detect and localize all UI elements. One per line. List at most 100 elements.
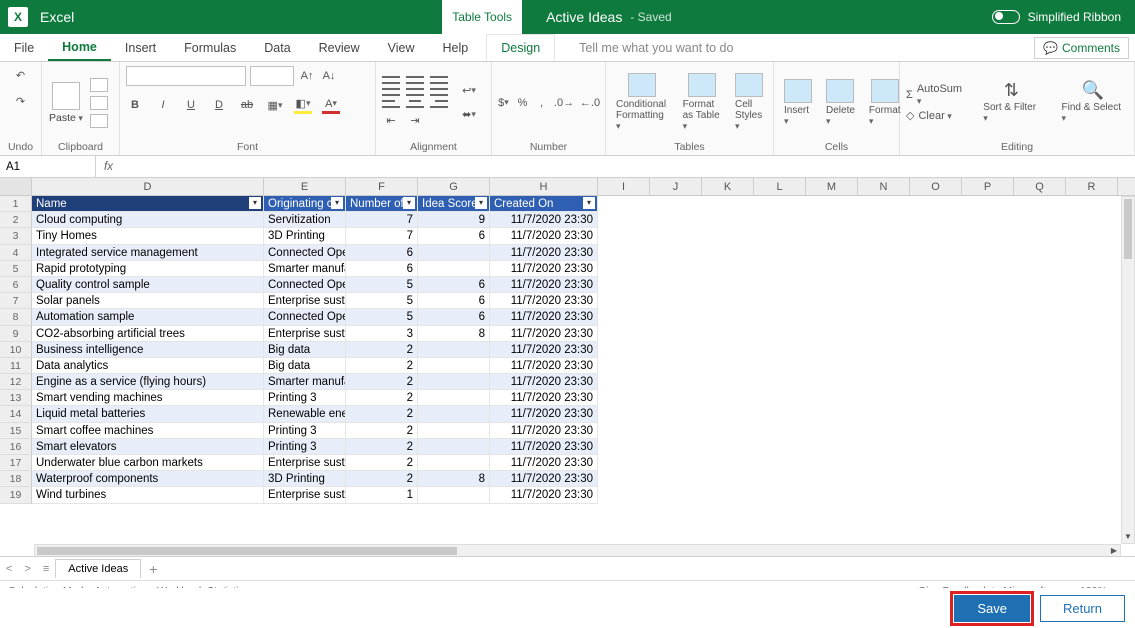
cell[interactable]: 6 — [418, 277, 490, 293]
align-bottom-icon[interactable] — [430, 76, 448, 90]
merge-center-icon[interactable]: ⬌ — [460, 106, 478, 124]
cell[interactable]: Enterprise susta — [264, 487, 346, 503]
cell[interactable]: 11/7/2020 23:30 — [490, 342, 598, 358]
cell[interactable]: 5 — [346, 293, 418, 309]
shrink-font-icon[interactable]: A↓ — [320, 67, 338, 85]
cell[interactable]: 11/7/2020 23:30 — [490, 261, 598, 277]
cell[interactable] — [418, 245, 490, 261]
scroll-thumb[interactable] — [37, 547, 457, 555]
cell[interactable]: Big data — [264, 358, 346, 374]
table-header-cell[interactable]: Number of V▾ — [346, 196, 418, 212]
filter-icon[interactable]: ▾ — [403, 197, 415, 209]
select-all-corner[interactable] — [0, 178, 32, 195]
fx-icon[interactable]: fx — [96, 161, 121, 173]
delete-cells-button[interactable]: Delete — [822, 79, 859, 127]
cell[interactable]: 11/7/2020 23:30 — [490, 309, 598, 325]
decrease-indent-icon[interactable]: ⇤ — [382, 112, 400, 130]
cell[interactable]: Liquid metal batteries — [32, 406, 264, 422]
cell[interactable]: 6 — [418, 228, 490, 244]
col-header[interactable]: M — [806, 178, 858, 195]
row-header[interactable]: 14 — [0, 406, 32, 422]
filter-icon[interactable]: ▾ — [475, 197, 487, 209]
row-header[interactable]: 7 — [0, 293, 32, 309]
cell[interactable]: 6 — [418, 293, 490, 309]
col-header[interactable]: R — [1066, 178, 1118, 195]
cell[interactable]: 2 — [346, 439, 418, 455]
col-header[interactable]: N — [858, 178, 910, 195]
copy-icon[interactable] — [90, 96, 108, 110]
cell[interactable]: Renewable ener — [264, 406, 346, 422]
format-as-table-button[interactable]: Format as Table — [679, 73, 725, 132]
spreadsheet-grid[interactable]: D E F G H I J K L M N O P Q R 1 Name▾ Or… — [0, 178, 1135, 558]
cell[interactable]: 5 — [346, 309, 418, 325]
name-box[interactable]: A1 — [0, 156, 96, 177]
filter-icon[interactable]: ▾ — [331, 197, 343, 209]
table-header-cell[interactable]: Originating cl▾ — [264, 196, 346, 212]
cell[interactable]: Connected Oper — [264, 277, 346, 293]
cell[interactable]: Smarter manufa — [264, 261, 346, 277]
row-header[interactable]: 1 — [0, 196, 32, 212]
cell[interactable]: 6 — [346, 261, 418, 277]
cell[interactable]: Integrated service management — [32, 245, 264, 261]
col-header[interactable]: G — [418, 178, 490, 195]
cell[interactable]: 3D Printing — [264, 471, 346, 487]
row-header[interactable]: 12 — [0, 374, 32, 390]
clear-button[interactable]: ◇ Clear — [906, 109, 965, 122]
align-middle-icon[interactable] — [406, 76, 424, 90]
cell[interactable]: Business intelligence — [32, 342, 264, 358]
cell[interactable]: Smart vending machines — [32, 390, 264, 406]
cell[interactable]: 2 — [346, 390, 418, 406]
cell[interactable]: 9 — [418, 212, 490, 228]
cell[interactable]: 11/7/2020 23:30 — [490, 487, 598, 503]
strikethrough-button[interactable]: ab — [238, 96, 256, 114]
cell[interactable]: 2 — [346, 423, 418, 439]
redo-icon[interactable]: ↷ — [12, 92, 30, 110]
cell[interactable]: 8 — [418, 326, 490, 342]
cell[interactable] — [418, 342, 490, 358]
row-header[interactable]: 5 — [0, 261, 32, 277]
row-header[interactable]: 3 — [0, 228, 32, 244]
row-header[interactable]: 8 — [0, 309, 32, 325]
cell[interactable]: 11/7/2020 23:30 — [490, 406, 598, 422]
row-header[interactable]: 18 — [0, 471, 32, 487]
cell[interactable]: 11/7/2020 23:30 — [490, 390, 598, 406]
cell[interactable]: Smarter manufa — [264, 374, 346, 390]
cell[interactable]: 11/7/2020 23:30 — [490, 455, 598, 471]
comments-button[interactable]: 💬 Comments — [1034, 37, 1129, 59]
undo-icon[interactable]: ↶ — [12, 66, 30, 84]
scroll-down-icon[interactable]: ▼ — [1122, 531, 1134, 543]
cell[interactable] — [418, 406, 490, 422]
cell[interactable]: 8 — [418, 471, 490, 487]
row-header[interactable]: 2 — [0, 212, 32, 228]
cell[interactable]: Connected Oper — [264, 245, 346, 261]
find-select-button[interactable]: 🔍Find & Select — [1058, 82, 1129, 124]
cell[interactable] — [418, 390, 490, 406]
cell[interactable] — [418, 455, 490, 471]
autosum-button[interactable]: Σ AutoSum — [906, 83, 965, 107]
increase-decimal-icon[interactable]: .0→ — [555, 94, 573, 112]
col-header[interactable]: I — [598, 178, 650, 195]
italic-button[interactable]: I — [154, 96, 172, 114]
cell[interactable]: 11/7/2020 23:30 — [490, 277, 598, 293]
col-header[interactable]: F — [346, 178, 418, 195]
cell[interactable]: 2 — [346, 406, 418, 422]
add-sheet-button[interactable]: + — [141, 561, 165, 577]
cell[interactable]: Quality control sample — [32, 277, 264, 293]
col-header[interactable]: L — [754, 178, 806, 195]
conditional-formatting-button[interactable]: Conditional Formatting — [612, 73, 673, 132]
font-color-button[interactable]: A — [322, 96, 340, 114]
table-header-cell[interactable]: Name▾ — [32, 196, 264, 212]
cell[interactable]: Enterprise susta — [264, 293, 346, 309]
document-title[interactable]: Active Ideas — [546, 9, 622, 25]
cell[interactable]: 2 — [346, 455, 418, 471]
tab-help[interactable]: Help — [429, 34, 483, 61]
cell[interactable]: 2 — [346, 374, 418, 390]
return-button[interactable]: Return — [1040, 595, 1125, 622]
sheet-list-icon[interactable]: ≡ — [37, 563, 55, 575]
cell[interactable]: Enterprise susta — [264, 455, 346, 471]
cell[interactable]: Wind turbines — [32, 487, 264, 503]
cell[interactable]: Enterprise susta — [264, 326, 346, 342]
filter-icon[interactable]: ▾ — [583, 197, 595, 209]
cell[interactable]: Cloud computing — [32, 212, 264, 228]
cell[interactable]: 2 — [346, 342, 418, 358]
